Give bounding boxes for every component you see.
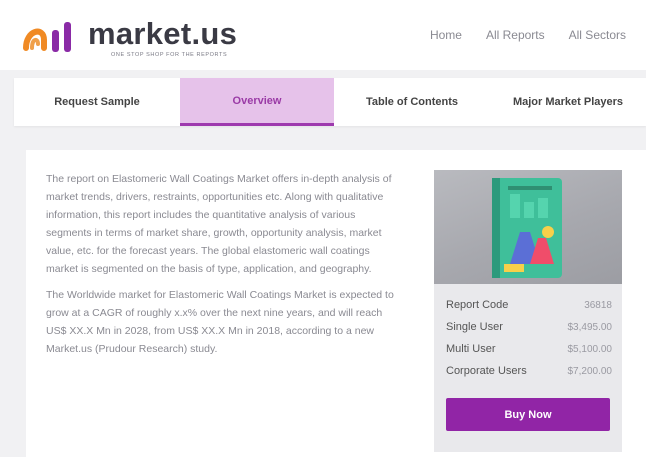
overview-text: The report on Elastomeric Wall Coatings …: [46, 170, 398, 366]
tab-major-market-players[interactable]: Major Market Players: [490, 78, 646, 126]
license-price: $7,200.00: [567, 365, 613, 377]
logo-text: market.us: [88, 16, 238, 51]
nav-all-sectors-link[interactable]: All Sectors: [569, 28, 626, 42]
report-tabs: Request Sample Overview Table of Content…: [14, 78, 646, 126]
logo-tagline: ONE STOP SHOP FOR THE REPORTS: [111, 52, 228, 58]
report-book-icon: [492, 178, 562, 278]
tab-table-of-contents[interactable]: Table of Contents: [334, 78, 490, 126]
report-code-row: Report Code 36818: [446, 294, 612, 316]
report-purchase-panel: Report Code 36818 Single User $3,495.00 …: [434, 170, 622, 452]
license-label: Corporate Users: [446, 365, 527, 377]
price-row[interactable]: Multi User $5,100.00: [446, 338, 612, 360]
content-card: The report on Elastomeric Wall Coatings …: [26, 150, 646, 457]
license-label: Multi User: [446, 343, 496, 355]
report-code-label: Report Code: [446, 299, 509, 311]
price-row[interactable]: Single User $3,495.00: [446, 316, 612, 338]
tab-request-sample[interactable]: Request Sample: [14, 78, 180, 126]
logo-icon: [23, 22, 71, 52]
top-nav: Home All Reports All Sectors: [430, 28, 626, 42]
price-row[interactable]: Corporate Users $7,200.00: [446, 360, 612, 382]
overview-paragraph: The report on Elastomeric Wall Coatings …: [46, 173, 392, 275]
nav-home-link[interactable]: Home: [430, 28, 462, 42]
tab-overview[interactable]: Overview: [180, 78, 334, 126]
license-price: $5,100.00: [567, 343, 613, 355]
buy-now-button[interactable]: Buy Now: [446, 398, 610, 431]
page: market.us ONE STOP SHOP FOR THE REPORTS …: [0, 0, 646, 457]
overview-paragraph: The Worldwide market for Elastomeric Wal…: [46, 289, 394, 355]
nav-all-reports-link[interactable]: All Reports: [486, 28, 545, 42]
license-price: $3,495.00: [567, 321, 613, 333]
report-code-value: 36818: [584, 299, 612, 311]
price-list: Report Code 36818 Single User $3,495.00 …: [446, 294, 612, 382]
header: market.us ONE STOP SHOP FOR THE REPORTS …: [0, 0, 646, 70]
report-cover: [434, 170, 622, 284]
license-label: Single User: [446, 321, 503, 333]
